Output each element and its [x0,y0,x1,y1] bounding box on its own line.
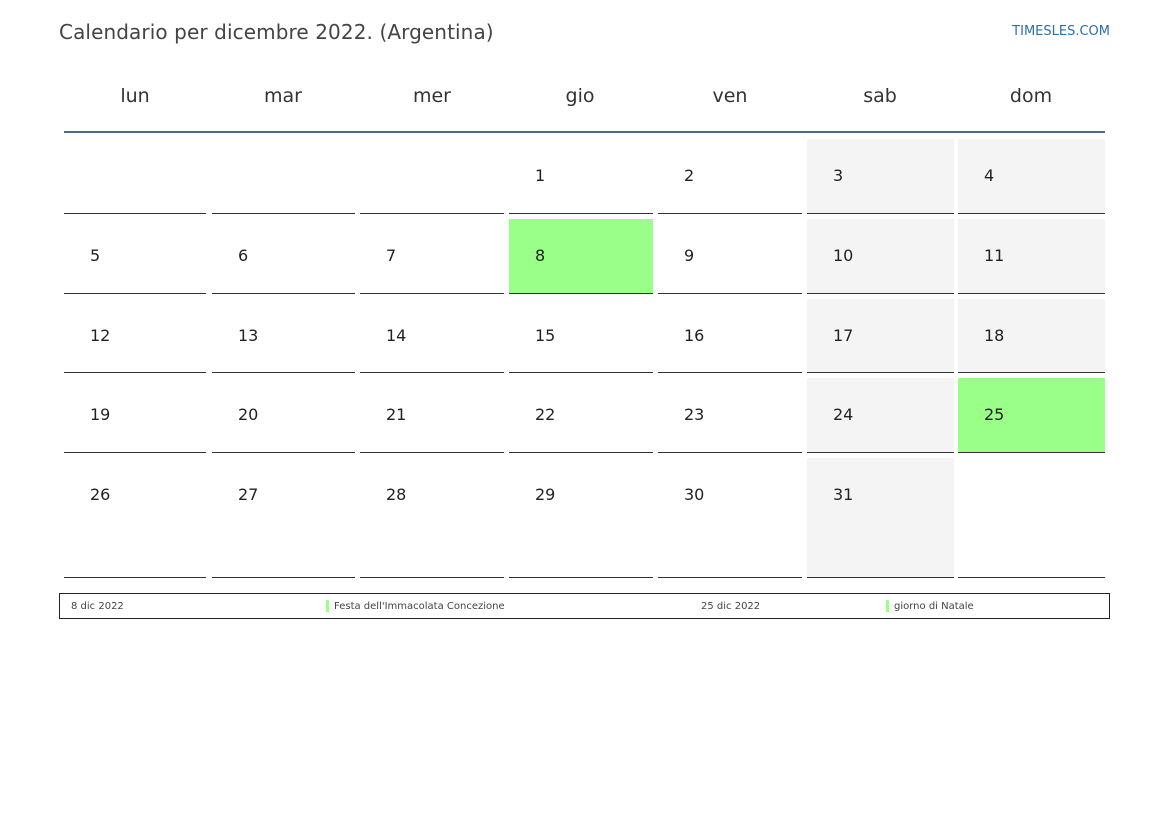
day-cell-18[interactable]: 18 [958,299,1105,373]
day-cell-11[interactable]: 11 [958,219,1105,294]
legend-date-1: 8 dic 2022 [71,601,124,612]
holiday-legend: 8 dic 2022 Festa dell'Immacolata Concezi… [59,593,1110,619]
empty-day-cell [64,139,206,214]
day-cell-24[interactable]: 24 [807,378,954,453]
day-cell-20[interactable]: 20 [212,378,355,453]
legend-name-2: giorno di Natale [894,601,974,612]
weekday-ven: ven [712,85,748,107]
weekday-mar: mar [264,85,302,107]
day-number: 22 [535,405,556,424]
day-number: 19 [90,405,111,424]
day-cell-2[interactable]: 2 [658,139,802,214]
legend-name-1: Festa dell'Immacolata Concezione [334,601,505,612]
day-cell-15[interactable]: 15 [509,299,653,373]
day-number: 21 [386,405,407,424]
day-number: 28 [386,485,407,504]
day-number: 13 [238,326,259,345]
day-number: 9 [684,246,695,265]
day-cell-28[interactable]: 28 [360,458,504,578]
day-cell-9[interactable]: 9 [658,219,802,294]
day-number: 7 [386,246,397,265]
weekday-gio: gio [565,85,595,107]
day-number: 4 [984,166,995,185]
day-number: 1 [535,166,546,185]
day-number: 2 [684,166,695,185]
day-number: 25 [984,405,1005,424]
day-cell-29[interactable]: 29 [509,458,653,578]
day-number: 17 [833,326,854,345]
day-cell-8[interactable]: 8 [509,219,653,294]
day-cell-19[interactable]: 19 [64,378,206,453]
day-cell-14[interactable]: 14 [360,299,504,373]
day-number: 15 [535,326,556,345]
header-divider [64,131,1105,133]
day-cell-1[interactable]: 1 [509,139,653,214]
day-cell-10[interactable]: 10 [807,219,954,294]
day-number: 16 [684,326,705,345]
day-cell-26[interactable]: 26 [64,458,206,578]
day-cell-27[interactable]: 27 [212,458,355,578]
day-cell-12[interactable]: 12 [64,299,206,373]
day-number: 3 [833,166,844,185]
day-number: 8 [535,246,546,265]
day-cell-16[interactable]: 16 [658,299,802,373]
day-number: 14 [386,326,407,345]
day-cell-4[interactable]: 4 [958,139,1105,214]
day-number: 12 [90,326,111,345]
weekday-lun: lun [120,85,150,107]
day-number: 18 [984,326,1005,345]
day-number: 5 [90,246,101,265]
day-cell-6[interactable]: 6 [212,219,355,294]
day-cell-25[interactable]: 25 [958,378,1105,453]
day-cell-3[interactable]: 3 [807,139,954,214]
empty-day-cell [958,458,1105,578]
day-number: 29 [535,485,556,504]
day-cell-30[interactable]: 30 [658,458,802,578]
weekday-header: lun mar mer gio ven sab dom [64,85,1105,132]
weekday-dom: dom [1009,85,1053,107]
empty-day-cell [360,139,504,214]
page-title: Calendario per dicembre 2022. (Argentina… [59,20,494,44]
day-cell-5[interactable]: 5 [64,219,206,294]
day-cell-13[interactable]: 13 [212,299,355,373]
day-number: 24 [833,405,854,424]
day-number: 31 [833,485,854,504]
day-number: 6 [238,246,249,265]
day-cell-7[interactable]: 7 [360,219,504,294]
day-cell-21[interactable]: 21 [360,378,504,453]
day-cell-22[interactable]: 22 [509,378,653,453]
day-number: 10 [833,246,854,265]
day-cell-23[interactable]: 23 [658,378,802,453]
day-number: 26 [90,485,111,504]
day-cell-17[interactable]: 17 [807,299,954,373]
day-number: 23 [684,405,705,424]
day-cell-31[interactable]: 31 [807,458,954,578]
weekday-mer: mer [412,85,451,107]
empty-day-cell [212,139,355,214]
day-number: 27 [238,485,259,504]
legend-date-2: 25 dic 2022 [701,601,761,612]
legend-holiday-marker-2 [886,600,889,612]
legend-holiday-marker-1 [326,600,329,612]
day-number: 30 [684,485,705,504]
day-number: 11 [984,246,1005,265]
weekday-sab: sab [863,85,897,107]
site-link[interactable]: TIMESLES.COM [1012,24,1110,39]
day-number: 20 [238,405,259,424]
